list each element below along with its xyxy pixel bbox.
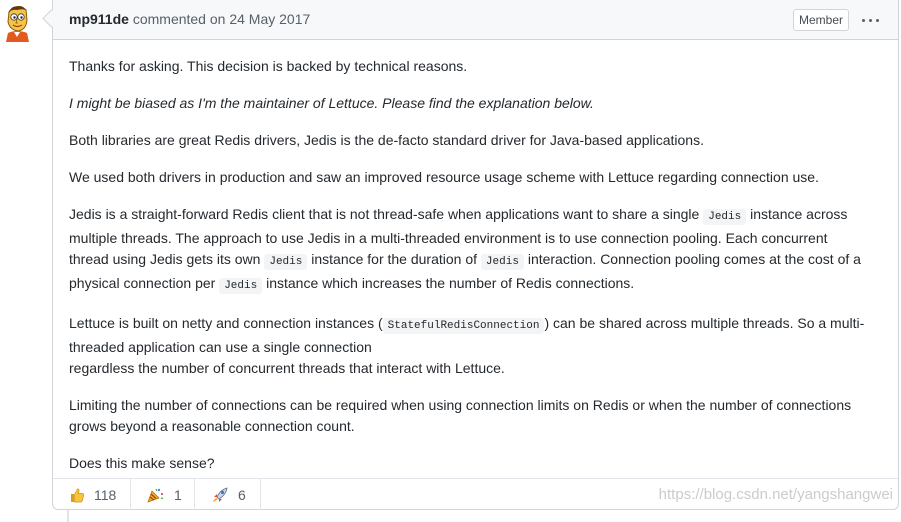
kebab-horizontal-icon[interactable] <box>860 10 882 30</box>
comment-date[interactable]: 24 May 2017 <box>229 11 310 27</box>
paragraph: Both libraries are great Redis drivers, … <box>69 132 704 148</box>
reaction-hooray[interactable]: 1 <box>131 479 195 510</box>
text: instance which increases the number of R… <box>262 275 635 291</box>
paragraph: We used both drivers in production and s… <box>69 169 819 185</box>
watermark: https://blog.csdn.net/yangshangwei <box>658 486 893 503</box>
rocket-icon <box>213 486 228 502</box>
reaction-rocket[interactable]: 6 <box>195 479 261 510</box>
reaction-count: 6 <box>238 486 246 503</box>
role-badge: Member <box>792 9 849 31</box>
timeline-line <box>67 510 69 522</box>
text: Lettuce is built on netty and connection… <box>69 315 383 331</box>
text: instance for the duration of <box>307 251 481 267</box>
text: regardless the number of concurrent thre… <box>69 360 505 376</box>
paragraph: Thanks for asking. This decision is back… <box>69 58 468 74</box>
inline-code: Jedis <box>219 278 263 294</box>
paragraph: Jedis is a straight-forward Redis client… <box>69 204 869 297</box>
thumbs-up-icon <box>71 488 85 502</box>
comment-body: Thanks for asking. This decision is back… <box>69 56 869 490</box>
italic-note: I might be biased as I'm the maintainer … <box>69 95 594 111</box>
comment-box: mp911de commented on 24 May 2017 Member … <box>52 0 899 510</box>
reaction-count: 1 <box>174 486 182 503</box>
reaction-thumbs-up[interactable]: 118 <box>53 479 131 510</box>
inline-code: Jedis <box>703 209 747 225</box>
reaction-count: 118 <box>94 486 117 503</box>
paragraph: I might be biased as I'm the maintainer … <box>69 93 869 114</box>
paragraph: Lettuce is built on netty and connection… <box>69 313 869 379</box>
inline-code: StatefulRedisConnection <box>382 318 545 334</box>
paragraph: Limiting the number of connections can b… <box>69 397 852 434</box>
inline-code: Jedis <box>480 254 524 270</box>
text: Jedis is a straight-forward Redis client… <box>69 206 704 222</box>
avatar[interactable] <box>0 0 34 42</box>
author-link[interactable]: mp911de <box>69 11 129 27</box>
paragraph: Does this make sense? <box>69 455 215 471</box>
comment-meta: mp911de commented on 24 May 2017 <box>69 11 310 27</box>
comment-header: mp911de commented on 24 May 2017 Member <box>53 0 898 40</box>
comment-action: commented on <box>132 11 226 27</box>
inline-code: Jedis <box>264 254 308 270</box>
hooray-icon <box>147 488 164 503</box>
